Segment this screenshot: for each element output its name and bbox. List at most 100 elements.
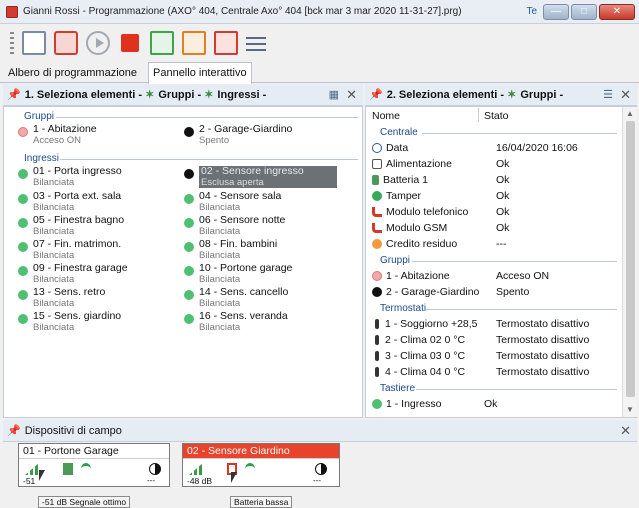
new-document-icon[interactable] bbox=[22, 31, 46, 55]
row-state: Acceso ON bbox=[496, 270, 550, 282]
input-state: Esclusa aperta bbox=[201, 177, 264, 188]
input-name: 02 - Sensore ingresso bbox=[201, 165, 304, 177]
input-name: 14 - Sens. cancello bbox=[199, 286, 289, 298]
input-item[interactable]: 08 - Fin. bambini Bilanciata bbox=[184, 239, 277, 261]
input-item[interactable]: 04 - Sensore sala Bilanciata bbox=[184, 191, 281, 213]
input-name: 07 - Fin. matrimon. bbox=[33, 238, 122, 250]
column-divider bbox=[478, 108, 479, 122]
section-divider bbox=[56, 117, 358, 118]
tastiere-section-label: Tastiere bbox=[380, 383, 416, 394]
groups-section-label: Gruppi bbox=[24, 111, 55, 122]
scroll-up-icon[interactable]: ▲ bbox=[626, 109, 634, 118]
input-item[interactable]: 01 - Porta ingresso Bilanciata bbox=[18, 166, 122, 188]
input-status-icon bbox=[18, 194, 28, 204]
upload-icon[interactable] bbox=[150, 31, 174, 55]
compare-icon[interactable] bbox=[214, 31, 238, 55]
right-header-groups[interactable]: Gruppi bbox=[520, 89, 556, 101]
close-icon[interactable]: ✕ bbox=[620, 87, 631, 103]
thermometer-icon bbox=[375, 367, 379, 377]
phone-icon bbox=[372, 207, 382, 217]
input-name: 03 - Porta ext. sala bbox=[33, 190, 122, 202]
input-item[interactable]: 10 - Portone garage Bilanciata bbox=[184, 263, 292, 285]
row-state: Ok bbox=[484, 398, 498, 410]
left-header-inputs[interactable]: Ingressi bbox=[217, 89, 259, 101]
close-icon[interactable]: ✕ bbox=[620, 423, 631, 439]
row-name: 1 - Ingresso bbox=[386, 398, 442, 410]
pin-icon[interactable]: 📌 bbox=[7, 88, 21, 101]
close-button[interactable]: ✕ bbox=[599, 3, 635, 20]
close-icon[interactable]: ✕ bbox=[346, 87, 357, 103]
power-icon bbox=[372, 159, 382, 169]
inputs-section-label: Ingressi bbox=[24, 153, 60, 164]
maximize-button[interactable]: □ bbox=[571, 3, 597, 20]
te-label: Te bbox=[526, 6, 537, 17]
input-status-icon bbox=[184, 314, 194, 324]
grid-icon[interactable]: ▦ bbox=[329, 88, 339, 101]
input-state: Bilanciata bbox=[33, 322, 75, 333]
save-icon[interactable] bbox=[54, 31, 78, 55]
row-name: 2 - Garage-Giardino bbox=[386, 286, 480, 298]
input-name: 16 - Sens. veranda bbox=[199, 310, 288, 322]
tab-albero[interactable]: Albero di programmazione bbox=[4, 64, 141, 83]
tab-pannello[interactable]: Pannello interattivo bbox=[148, 62, 252, 84]
half-circle-icon bbox=[149, 463, 161, 475]
download-icon[interactable] bbox=[182, 31, 206, 55]
left-header-groups[interactable]: Gruppi bbox=[158, 89, 194, 101]
input-item[interactable]: 16 - Sens. veranda Bilanciata bbox=[184, 311, 288, 333]
input-item[interactable]: 14 - Sens. cancello Bilanciata bbox=[184, 287, 288, 309]
device-card[interactable]: 01 - Portone Garage -51 --- bbox=[18, 443, 170, 487]
right-header-step[interactable]: 2. Seleziona elementi bbox=[387, 89, 498, 101]
input-item-selected[interactable]: 02 - Sensore ingresso Esclusa aperta bbox=[184, 166, 337, 188]
column-header-name[interactable]: Nome bbox=[372, 110, 400, 122]
input-item[interactable]: 07 - Fin. matrimon. Bilanciata bbox=[18, 239, 121, 261]
input-status-icon bbox=[18, 242, 28, 252]
section-divider bbox=[416, 389, 617, 390]
input-state: Bilanciata bbox=[33, 177, 75, 188]
device-name: 01 - Portone Garage bbox=[19, 444, 169, 459]
right-panel-body: Nome Stato Centrale Data 16/04/2020 16:06… bbox=[365, 106, 637, 418]
input-item[interactable]: 15 - Sens. giardino Bilanciata bbox=[18, 311, 121, 333]
device-card-alert[interactable]: 02 - Sensore Giardino -48 dB --- bbox=[182, 443, 340, 487]
right-panel-scrollbar[interactable]: ▲ ▼ bbox=[622, 107, 637, 417]
battery-tooltip: Batteria bassa bbox=[230, 496, 293, 508]
section-divider bbox=[422, 133, 617, 134]
row-state: Termostato disattivo bbox=[496, 350, 590, 362]
row-state: Spento bbox=[496, 286, 530, 298]
input-item[interactable]: 05 - Finestra bagno Bilanciata bbox=[18, 215, 124, 237]
input-status-icon bbox=[184, 169, 194, 179]
input-item[interactable]: 03 - Porta ext. sala Bilanciata bbox=[18, 191, 121, 213]
row-name: Data bbox=[386, 142, 409, 154]
tab-bar: Albero di programmazione Pannello intera… bbox=[0, 62, 639, 84]
thermometer-icon bbox=[375, 319, 379, 329]
row-state: Termostato disattivo bbox=[496, 318, 590, 330]
list-icon[interactable] bbox=[246, 37, 266, 53]
left-header-step[interactable]: 1. Seleziona elementi bbox=[25, 89, 136, 101]
input-item[interactable]: 13 - Sens. retro Bilanciata bbox=[18, 287, 105, 309]
minimize-button[interactable]: — bbox=[543, 3, 569, 20]
pin-icon[interactable]: 📌 bbox=[7, 424, 21, 437]
scroll-down-icon[interactable]: ▼ bbox=[626, 405, 634, 414]
stop-icon[interactable] bbox=[121, 34, 139, 52]
group-item[interactable]: 2 - Garage-Giardino Spento bbox=[184, 124, 292, 146]
input-item[interactable]: 09 - Finestra garage Bilanciata bbox=[18, 263, 128, 285]
column-header-state[interactable]: Stato bbox=[484, 110, 509, 122]
columns-icon[interactable]: ☰ bbox=[603, 88, 613, 101]
input-item[interactable]: 06 - Sensore notte Bilanciata bbox=[184, 215, 285, 237]
group-on-icon bbox=[372, 271, 382, 281]
row-state: Ok bbox=[496, 158, 510, 170]
row-name: 1 - Soggiorno +28,5 bbox=[385, 318, 478, 330]
pin-icon[interactable]: 📌 bbox=[369, 88, 383, 101]
input-status-icon bbox=[184, 242, 194, 252]
row-name: 4 - Clima 04 0 °C bbox=[385, 366, 466, 378]
thermometer-icon bbox=[375, 351, 379, 361]
half-circle-icon bbox=[315, 463, 327, 475]
scroll-thumb[interactable] bbox=[626, 121, 635, 397]
input-name: 08 - Fin. bambini bbox=[199, 238, 278, 250]
section-divider bbox=[60, 159, 358, 160]
input-name: 10 - Portone garage bbox=[199, 262, 293, 274]
group-item[interactable]: 1 - Abitazione Acceso ON bbox=[18, 124, 97, 146]
play-icon[interactable] bbox=[86, 31, 110, 55]
right-panel-header: 📌 2. Seleziona elementi - ✶ Gruppi - ☰ ✕ bbox=[365, 84, 637, 106]
mouse-cursor-icon bbox=[39, 470, 45, 481]
clock-icon bbox=[372, 143, 382, 153]
